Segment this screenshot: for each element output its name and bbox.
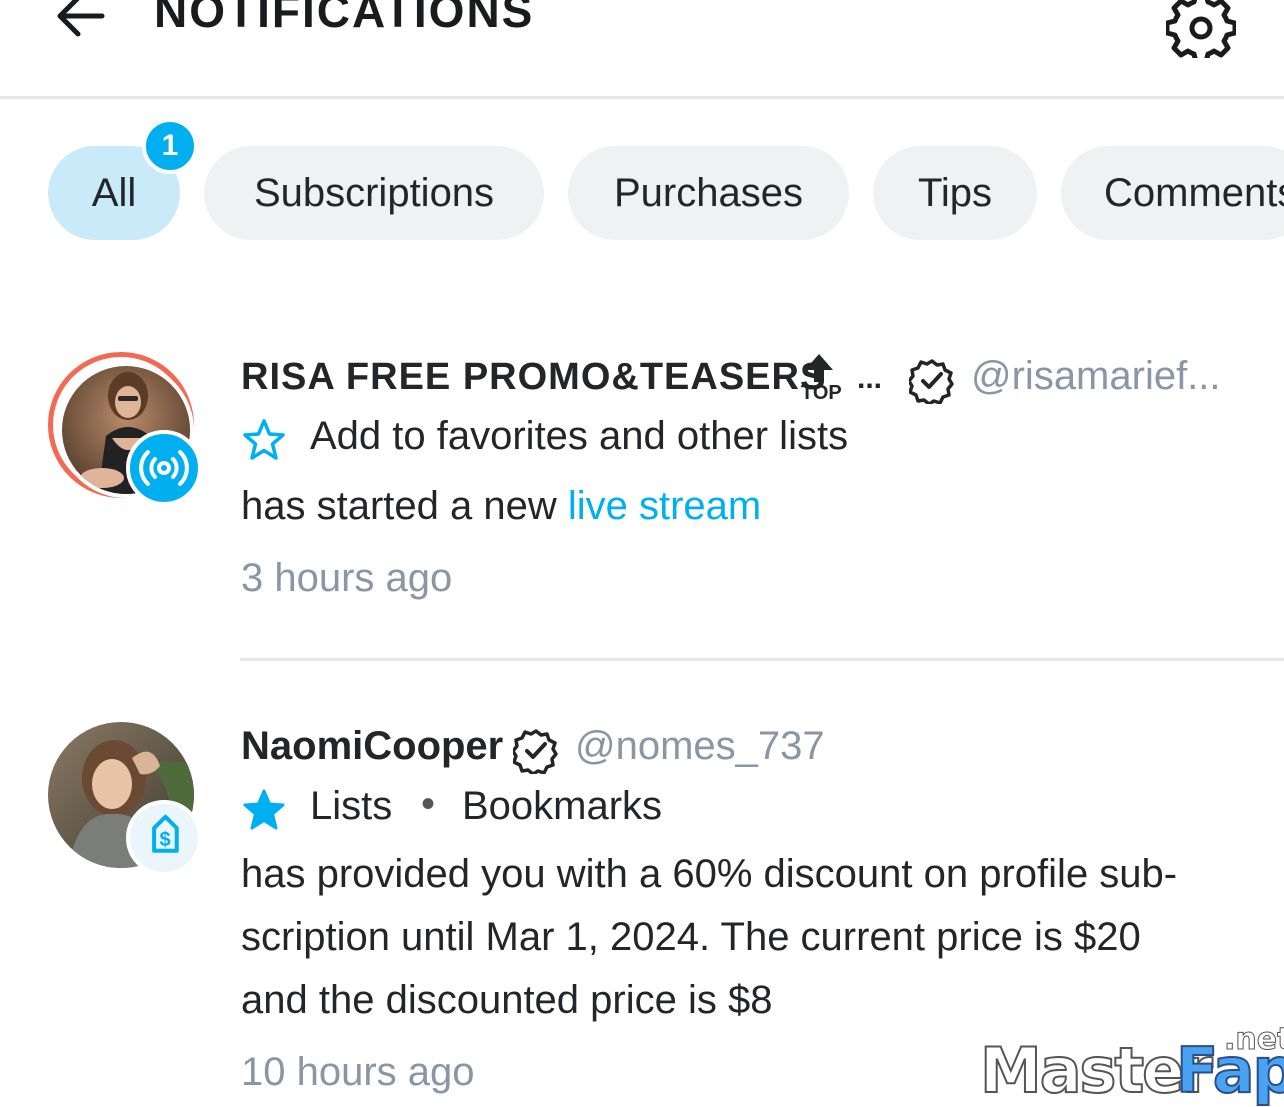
sender-name[interactable]: RISA FREE PROMO&TEASERS — [241, 356, 826, 399]
timestamp: 10 hours ago — [241, 1050, 475, 1094]
svg-text:$: $ — [159, 829, 170, 851]
verified-icon — [513, 729, 558, 774]
message-line: and the discounted price is $8 — [241, 978, 773, 1022]
tab-tips[interactable]: Tips — [873, 146, 1037, 240]
message-line: has provided you with a 60% discount on … — [241, 852, 1178, 896]
live-stream-icon — [139, 450, 189, 486]
tab-label: Tips — [917, 171, 993, 215]
verified-icon — [909, 359, 954, 404]
top-bar: NOTIFICATIONS — [0, 0, 1284, 99]
back-arrow-icon[interactable] — [52, 0, 108, 44]
watermark-suffix: .net — [1223, 1022, 1284, 1058]
avatar[interactable]: $ — [48, 722, 202, 876]
settings-gear-icon[interactable] — [1166, 0, 1236, 58]
list-name[interactable]: Lists — [310, 784, 392, 829]
message-text: has started a new — [241, 484, 568, 528]
tab-label: Purchases — [614, 171, 803, 215]
tab-label: Subscriptions — [253, 171, 495, 215]
timestamp: 3 hours ago — [241, 556, 453, 600]
filter-tabs: All 1 Subscriptions Purchases Tips Comme… — [0, 118, 1284, 242]
tab-label: Comments — [1104, 171, 1284, 215]
page-title: NOTIFICATIONS — [154, 0, 535, 37]
price-tag-icon: $ — [152, 814, 179, 853]
unread-count-badge: 1 — [142, 118, 198, 174]
avatar[interactable] — [48, 352, 202, 506]
tab-subscriptions[interactable]: Subscriptions — [204, 146, 544, 240]
tab-label: All — [91, 171, 137, 215]
ellipsis: ... — [857, 362, 883, 395]
add-to-lists-label: Add to favorites and other lists — [310, 414, 849, 458]
message-line: scription until Mar 1, 2024. The current… — [241, 915, 1141, 959]
sender-handle[interactable]: @nomes_737 — [575, 724, 825, 769]
sender-name[interactable]: NaomiCooper — [241, 724, 503, 769]
sender-handle[interactable]: @risamarief... — [971, 354, 1221, 399]
tab-comments[interactable]: Comments — [1061, 146, 1284, 240]
star-outline-icon — [243, 419, 285, 460]
live-stream-link[interactable]: live stream — [568, 484, 761, 528]
tab-all[interactable]: All 1 — [48, 118, 198, 240]
promotion-badge: $ — [126, 800, 202, 876]
divider — [240, 658, 1284, 661]
top-label: TOP — [801, 382, 842, 404]
list-separator: • — [421, 782, 436, 826]
tab-purchases[interactable]: Purchases — [568, 146, 849, 240]
watermark-logo: Master Fap .net — [979, 1022, 1284, 1107]
list-name[interactable]: Bookmarks — [462, 784, 662, 829]
star-filled-icon — [243, 789, 285, 830]
live-stream-badge — [126, 430, 202, 506]
notification-message: has started a new live stream — [241, 484, 761, 529]
